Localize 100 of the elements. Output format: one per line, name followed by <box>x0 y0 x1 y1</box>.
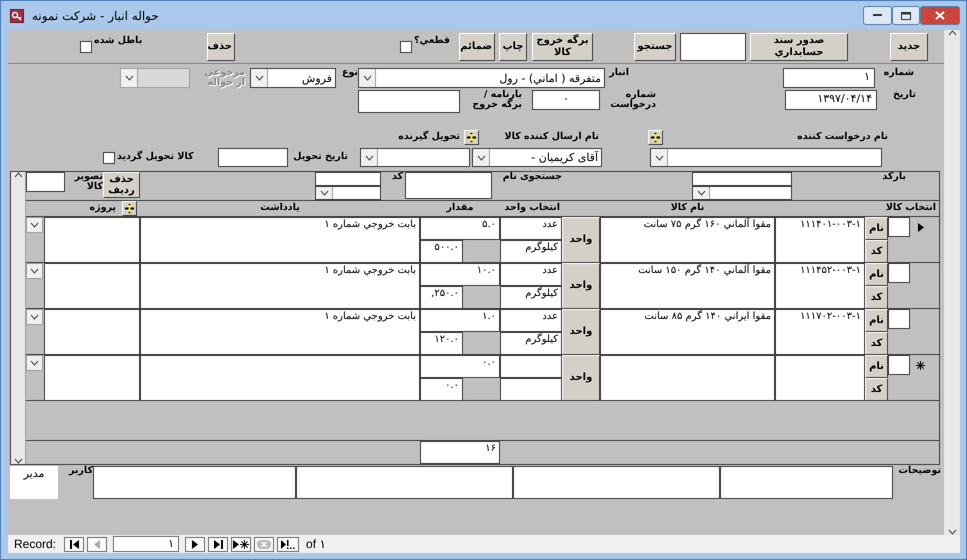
code-combo[interactable] <box>315 186 381 200</box>
chevron-down-icon <box>254 75 264 81</box>
text-field[interactable] <box>513 466 720 499</box>
attachments-button[interactable]: ضمائم <box>459 32 495 60</box>
project-cell[interactable] <box>44 355 140 401</box>
unit-cell[interactable]: کیلوگرم <box>500 286 562 309</box>
dropdown-button[interactable] <box>26 217 43 233</box>
quantity-cell[interactable]: ۱۰.۰ <box>420 263 500 286</box>
product-code-cell[interactable]: ۱۱۱۴۰۱-۰۰۳-۱ <box>775 217 865 263</box>
product-code-cell[interactable]: ۱۱۱۴۵۲-۰۰۳-۱ <box>775 263 865 309</box>
product-name-cell[interactable]: مقوا ايراني ۱۴۰ گرم ۸۵ سانت <box>600 309 775 355</box>
checkbox[interactable] <box>103 152 115 164</box>
name-button[interactable]: نام <box>865 263 888 286</box>
delete-button[interactable]: حذف <box>207 32 235 60</box>
unit-cell[interactable]: عدد <box>500 309 562 332</box>
name-button[interactable]: نام <box>865 309 888 332</box>
sender-combo[interactable]: آقای کریمیان - <box>472 148 602 167</box>
exit-slip-button[interactable]: برگه خروج کالا <box>532 32 593 60</box>
unit-button[interactable]: واحد <box>562 355 600 401</box>
triangle-left-icon <box>93 540 102 548</box>
barcode-combo[interactable] <box>692 186 792 200</box>
dropdown-button[interactable] <box>26 309 43 325</box>
code-button[interactable]: کد <box>865 240 888 263</box>
code-button[interactable]: کد <box>865 286 888 309</box>
text-field[interactable] <box>315 172 381 186</box>
quantity-cell[interactable]: ۰.۰ <box>420 355 500 378</box>
text-field[interactable] <box>296 466 513 499</box>
number-field[interactable]: ۱ <box>783 68 875 88</box>
product-name-cell[interactable]: مقوا آلماني ۱۴۰ گرم ۱۵۰ سانت <box>600 263 775 309</box>
note-cell[interactable]: بابت خروجي شماره ۱ <box>140 217 420 263</box>
product-name-cell[interactable]: مقوا آلماني ۱۶۰ گرم ۷۵ سانت <box>600 217 775 263</box>
name-search-field[interactable] <box>405 172 492 199</box>
note-cell[interactable]: بابت خروجي شماره ۱ <box>140 309 420 355</box>
close-button[interactable] <box>920 6 960 25</box>
unit-cell[interactable] <box>500 355 562 378</box>
delivery-date-field[interactable] <box>218 148 288 167</box>
text-field[interactable] <box>680 32 746 60</box>
note-cell[interactable]: بابت خروجي شماره ۱ <box>140 263 420 309</box>
new-button[interactable]: جدید <box>890 32 928 60</box>
delete-row-button[interactable]: حذف ردیف <box>103 172 140 198</box>
product-code-cell[interactable] <box>775 355 865 401</box>
checkbox[interactable] <box>400 40 412 52</box>
unit-cell[interactable]: عدد <box>500 263 562 286</box>
code-button[interactable]: کد <box>865 332 888 355</box>
maximize-button[interactable] <box>892 6 920 25</box>
quantity-cell[interactable]: ۱.۰ <box>420 309 500 332</box>
unit-cell[interactable]: کیلوگرم <box>500 240 562 263</box>
print-button[interactable]: چاپ <box>499 32 527 60</box>
record-number-field[interactable]: ۱ <box>113 536 180 552</box>
scrollbar[interactable] <box>11 172 26 464</box>
last-record-button[interactable] <box>208 536 228 552</box>
quantity-cell[interactable]: ۵.۰ <box>420 217 500 240</box>
next-record-button[interactable] <box>185 536 206 552</box>
unit-cell[interactable] <box>500 378 562 401</box>
add-button[interactable] <box>122 201 137 216</box>
checkbox-label: قطعي؟ <box>414 36 451 46</box>
dropdown-button[interactable] <box>26 263 43 279</box>
type-combo[interactable]: فروش <box>250 68 336 88</box>
user-field[interactable]: مدیر <box>10 466 58 499</box>
code-button[interactable]: کد <box>865 378 888 401</box>
name-button[interactable]: نام <box>865 355 888 378</box>
filter-button[interactable] <box>277 536 300 552</box>
key-icon <box>10 8 24 22</box>
unit-button[interactable]: واحد <box>562 263 600 309</box>
add-button[interactable] <box>464 130 479 144</box>
scrollbar[interactable] <box>944 30 960 535</box>
project-cell[interactable] <box>44 309 140 355</box>
text-field[interactable] <box>888 217 910 237</box>
project-cell[interactable] <box>44 263 140 309</box>
new-record-button[interactable] <box>231 536 252 552</box>
barcode-field[interactable] <box>692 172 792 186</box>
text-field[interactable] <box>888 355 910 375</box>
text-field[interactable] <box>888 309 910 329</box>
text-field[interactable] <box>720 466 893 499</box>
unit-cell[interactable]: کیلوگرم <box>500 332 562 355</box>
product-code-cell[interactable]: ۱۱۱۷۰۲-۰۰۳-۱ <box>775 309 865 355</box>
receiver-combo[interactable] <box>360 148 470 167</box>
previous-record-button[interactable] <box>87 536 108 552</box>
checkbox[interactable] <box>80 40 92 52</box>
delete-record-button[interactable] <box>254 536 274 552</box>
unit-button[interactable]: واحد <box>562 309 600 355</box>
issue-voucher-button[interactable]: صدور سند حسابداري <box>750 32 848 60</box>
requester-combo[interactable] <box>650 148 882 167</box>
unit-cell[interactable]: عدد <box>500 217 562 240</box>
note-cell[interactable] <box>140 355 420 401</box>
unit-button[interactable]: واحد <box>562 217 600 263</box>
request-number-field[interactable]: ۰ <box>532 90 600 110</box>
search-button[interactable]: جستجو <box>634 32 676 60</box>
project-cell[interactable] <box>44 217 140 263</box>
add-button[interactable] <box>648 130 663 144</box>
name-button[interactable]: نام <box>865 217 888 240</box>
text-field[interactable] <box>93 466 296 499</box>
text-field[interactable] <box>888 263 910 283</box>
date-field[interactable]: ۱۳۹۷/۰۴/۱۴ <box>785 90 877 110</box>
minimize-button[interactable] <box>863 6 892 25</box>
first-record-button[interactable] <box>64 536 84 552</box>
waybill-field[interactable] <box>358 90 460 113</box>
warehouse-combo[interactable]: متفرقه ( اماني) - رول <box>358 68 605 88</box>
product-name-cell[interactable] <box>600 355 775 401</box>
dropdown-button[interactable] <box>26 355 43 371</box>
